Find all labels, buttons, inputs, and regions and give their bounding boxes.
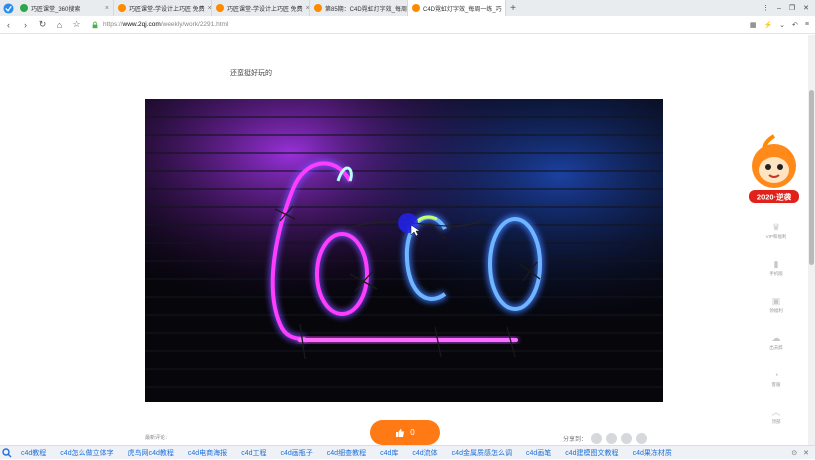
top-icon: ︿: [771, 406, 781, 417]
keyword-link[interactable]: c4d库: [373, 448, 405, 458]
cloud-icon: ☁: [771, 332, 781, 343]
tab-2[interactable]: 巧匠课堂-学设计上巧匠 免费 ×: [114, 0, 212, 16]
sidebar-item-feedback[interactable]: ◔ 客服: [752, 360, 800, 397]
keyword-link[interactable]: c4d工程: [234, 448, 273, 458]
page-content: 还蛮挺好玩的 最新评论： 0 分享到：: [0, 35, 808, 445]
keyword-link[interactable]: 虎鸟网c4d教程: [121, 448, 181, 458]
browser-logo-icon[interactable]: [0, 0, 16, 16]
tab-label: 巧匠课堂_360搜索: [31, 6, 81, 13]
keyword-link[interactable]: c4d流体: [405, 448, 444, 458]
tab-4[interactable]: 第85期：C4D霓虹灯字效_每周 ×: [310, 0, 408, 16]
tab-label: 巧匠课堂-学设计上巧匠 免费: [227, 6, 303, 13]
new-tab-button[interactable]: +: [506, 3, 520, 14]
url-host: www.2qj.com: [122, 21, 161, 28]
maximize-button[interactable]: ❐: [789, 4, 795, 12]
tab-3[interactable]: 巧匠课堂-学设计上巧匠 免费 ×: [212, 0, 310, 16]
mascot-badge-text: 2020·逆袭: [757, 192, 792, 202]
back-button[interactable]: ‹: [0, 20, 17, 30]
close-window-button[interactable]: ✕: [803, 4, 809, 12]
menu-icon[interactable]: ≡: [805, 21, 809, 28]
sidebar-item-top[interactable]: ︿ 顶部: [752, 397, 800, 434]
keyword-link[interactable]: c4d电商海报: [181, 448, 234, 458]
tab-label: C4D霓虹灯字效_每周一练_巧: [423, 6, 502, 13]
url-path: /weekly/work/2291.html: [160, 21, 229, 28]
tab-5-active[interactable]: C4D霓虹灯字效_每周一练_巧 ×: [408, 0, 506, 16]
chevron-down-icon[interactable]: ⌄: [779, 21, 785, 29]
sidebar-item-label: 出去醉: [769, 344, 783, 350]
tab-favicon-icon: [20, 4, 28, 12]
tab-close-icon[interactable]: ×: [102, 5, 109, 12]
tab-bar: 巧匠课堂_360搜索 × 巧匠课堂-学设计上巧匠 免费 × 巧匠课堂-学设计上巧…: [0, 0, 815, 16]
tab-label: 巧匠课堂-学设计上巧匠 免费: [129, 6, 205, 13]
keyword-link[interactable]: c4d果冻材质: [626, 448, 679, 458]
undo-icon[interactable]: ↶: [792, 21, 798, 29]
page-scrollbar[interactable]: [808, 35, 815, 445]
keyword-bar-controls: ⊙ ✕: [791, 449, 815, 457]
sidebar-item-label: 顶部: [771, 418, 781, 424]
url-scheme: https://: [103, 21, 123, 28]
sidebar-item-label: VIP和福利: [765, 233, 787, 239]
thumbs-up-icon: [396, 428, 405, 437]
tab-favicon-icon: [216, 4, 224, 12]
settings-icon[interactable]: ⊙: [791, 449, 797, 457]
reload-button[interactable]: ↻: [34, 19, 51, 30]
sidebar-item-cloud[interactable]: ☁ 出去醉: [752, 323, 800, 360]
mascot-icon: 2020·逆袭: [749, 134, 799, 203]
navigation-bar: ‹ › ↻ ⌂ ☆ https:// www.2qj.com /weekly/w…: [0, 16, 815, 34]
tab-favicon-icon: [118, 4, 126, 12]
sidebar-item-label: 客服: [771, 381, 781, 387]
window-controls: ⋮ – ❐ ✕: [762, 0, 815, 16]
keyword-link[interactable]: c4d金属质感怎么调: [445, 448, 519, 458]
sidebar-item-mobile[interactable]: ▮ 手机版: [752, 249, 800, 286]
keyword-link[interactable]: c4d画瓶子: [273, 448, 319, 458]
tab-favicon-icon: [412, 4, 420, 12]
share-qq-icon[interactable]: [621, 433, 633, 444]
home-button[interactable]: ⌂: [51, 20, 68, 30]
keyword-bar: c4d教程 c4d怎么做立体字 虎鸟网c4d教程 c4d电商海报 c4d工程 c…: [0, 445, 815, 459]
sidebar-toggle-icon[interactable]: ⋮: [762, 4, 769, 12]
share-weibo-icon[interactable]: [606, 433, 618, 444]
lightning-icon[interactable]: ⚡: [763, 21, 772, 29]
tab-favicon-icon: [314, 4, 322, 12]
keyword-link[interactable]: c4d建模图文教程: [558, 448, 625, 458]
search-icon[interactable]: [0, 446, 14, 460]
phone-icon: ▮: [773, 258, 779, 269]
feedback-icon: ◔: [773, 369, 779, 380]
tab-label: 第85期：C4D霓虹灯字效_每周: [325, 6, 408, 13]
like-button[interactable]: 0: [370, 420, 440, 445]
comment-section-label: 最新评论：: [145, 435, 171, 441]
like-count: 0: [410, 428, 415, 437]
gift-icon: ▣: [771, 295, 781, 306]
forward-button[interactable]: ›: [17, 20, 34, 30]
address-bar[interactable]: https:// www.2qj.com /weekly/work/2291.h…: [91, 18, 731, 32]
share-wechat-icon[interactable]: [591, 433, 603, 444]
share-qzone-icon[interactable]: [636, 433, 648, 444]
share-bar: 分享到：: [563, 433, 648, 444]
sidebar-item-label: 领福利: [769, 307, 783, 313]
bookmark-star-button[interactable]: ☆: [68, 19, 85, 30]
keyword-link[interactable]: c4d细查教程: [320, 448, 373, 458]
keyword-link[interactable]: c4d画笔: [519, 448, 558, 458]
minimize-button[interactable]: –: [777, 5, 781, 12]
toolbar-right: ▦ ⚡ ⌄ ↶ ≡: [750, 21, 815, 29]
work-caption: 还蛮挺好玩的: [230, 70, 272, 77]
close-icon[interactable]: ✕: [803, 449, 809, 457]
share-label: 分享到：: [563, 437, 588, 443]
tab-close-icon[interactable]: ×: [303, 5, 309, 12]
artwork-image[interactable]: [145, 99, 663, 402]
scrollbar-thumb[interactable]: [809, 90, 814, 265]
sidebar-item-gift[interactable]: ▣ 领福利: [752, 286, 800, 323]
promo-mascot[interactable]: 2020·逆袭: [745, 132, 803, 210]
tab-close-icon[interactable]: ×: [205, 5, 211, 12]
tab-1[interactable]: 巧匠课堂_360搜索 ×: [16, 0, 114, 16]
grid-icon[interactable]: ▦: [750, 21, 757, 29]
crown-icon: ♛: [771, 221, 781, 232]
right-float-sidebar: ♛ VIP和福利 ▮ 手机版 ▣ 领福利 ☁ 出去醉 ◔ 客服 ︿ 顶部: [752, 212, 800, 434]
keyword-link[interactable]: c4d教程: [14, 448, 53, 458]
neon-coco-artwork: [145, 99, 663, 402]
sidebar-item-label: 手机版: [769, 270, 783, 276]
keyword-link[interactable]: c4d怎么做立体字: [53, 448, 120, 458]
secure-lock-icon: [92, 21, 98, 28]
sidebar-item-vip[interactable]: ♛ VIP和福利: [752, 212, 800, 249]
